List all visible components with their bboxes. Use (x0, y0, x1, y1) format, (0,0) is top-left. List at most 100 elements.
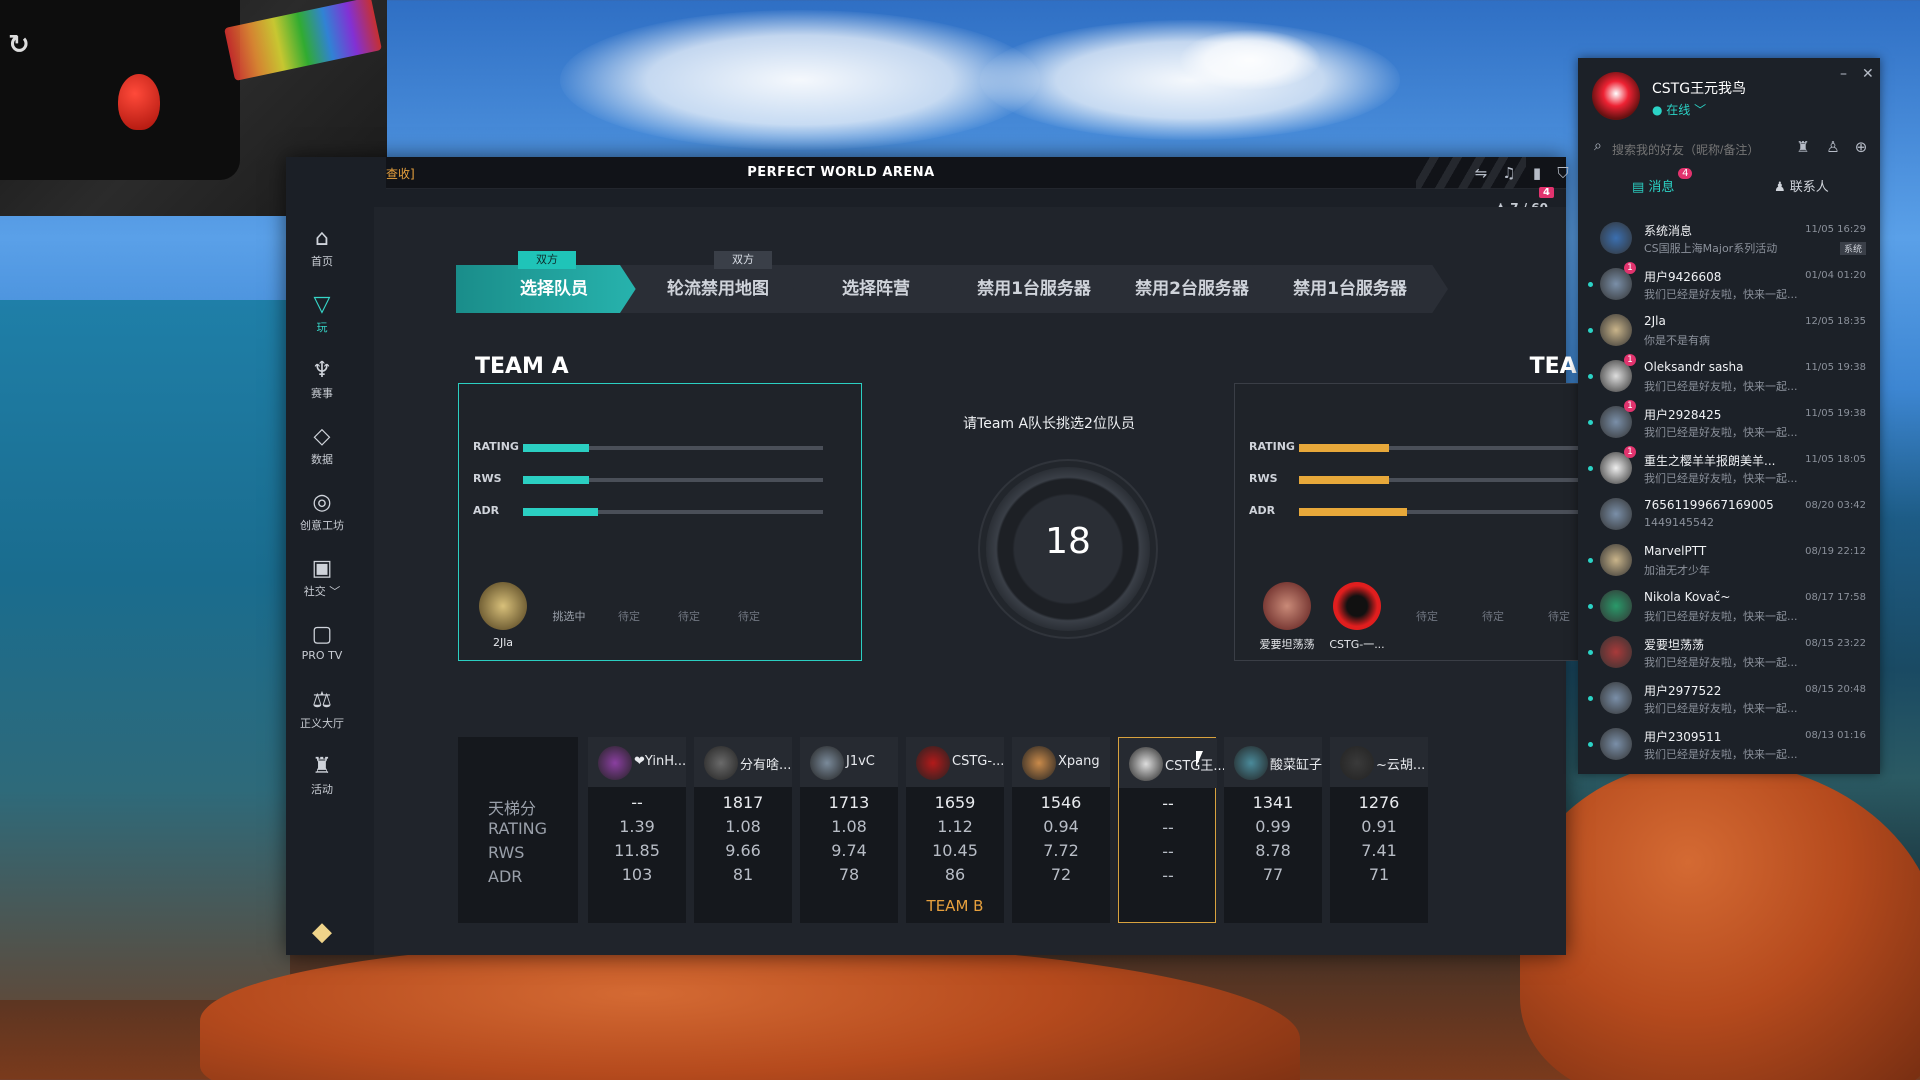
player-card[interactable]: CSTG-... 1659 1.12 10.45 86 TEAM B (906, 737, 1004, 923)
close-icon[interactable]: ✕ (1862, 66, 1874, 82)
team-slot[interactable]: 待定 (715, 582, 783, 654)
conversation-time: 11/05 19:38 (1805, 362, 1866, 373)
player-ladder: 1659 (934, 793, 976, 812)
conversation-item[interactable]: 用户2977522 我们已经是好友啦，快来一起... 08/15 20:48 (1578, 676, 1880, 722)
message-icon: ▤ (1632, 180, 1649, 195)
player-rating: 0.99 (1255, 817, 1291, 836)
friend-search-input[interactable] (1592, 138, 1792, 162)
tab-messages[interactable]: ▤ 消息 4 (1632, 168, 1693, 195)
player-rws: 7.41 (1361, 841, 1397, 860)
tab-contacts[interactable]: ♟ 联系人 (1774, 176, 1829, 195)
stat-label: RATING (1249, 440, 1295, 453)
nav-justice[interactable]: ⚖ 正义大厅 (286, 687, 358, 731)
signal-icon[interactable]: ▮ (1526, 162, 1548, 184)
avatar (810, 746, 844, 780)
conversation-item[interactable]: 系统消息 CS国服上海Major系列活动 11/05 16:29 系统 (1578, 216, 1880, 262)
rocket-icon[interactable]: ♜ (1792, 138, 1814, 160)
swap-icon[interactable]: ⇋ (1470, 162, 1492, 184)
conversation-item[interactable]: 1 重生之樱羊羊报朗美羊... 我们已经是好友啦，快来一起... 11/05 18:0… (1578, 446, 1880, 492)
step-ban-server-3[interactable]: 禁用1台服务器 (1252, 265, 1448, 313)
stat-track (1299, 508, 1599, 516)
online-dot (1588, 558, 1593, 563)
stat-fill (523, 508, 598, 516)
team-slot[interactable]: 2Jla (469, 582, 537, 654)
team-slot[interactable]: 爱要坦荡荡 (1253, 582, 1321, 654)
shield-icon[interactable]: ⛉ (1552, 162, 1574, 184)
minimize-icon[interactable]: – (1840, 66, 1847, 82)
user-name: CSTG王元我鸟 (1652, 81, 1747, 97)
timer-value: 18 (1045, 521, 1091, 562)
team-a-adr: ADR (473, 504, 843, 520)
nav-data[interactable]: ◇ 数据 (286, 423, 358, 467)
team-slot[interactable]: 待定 (655, 582, 723, 654)
conversation-item[interactable]: 1 用户2928425 我们已经是好友啦，快来一起... 11/05 19:38 (1578, 400, 1880, 446)
title-bar: 查收] PERFECT WORLD ARENA ⇋ ♫ ▮ ⛉ _ ✕ (386, 157, 1627, 189)
conversation-name: 系统消息 (1644, 224, 1693, 238)
team-slot[interactable]: 待定 (595, 582, 663, 654)
player-pool: 天梯分 RATING RWS ADR ❤YinH... -- 1.39 11.85 10… (458, 737, 1618, 927)
avatar (1600, 682, 1632, 714)
conversation-name: 2Jla (1644, 314, 1666, 328)
nav-play[interactable]: ▽ 玩 (286, 291, 358, 335)
player-name: Xpang (1058, 754, 1100, 769)
match-content: 选择队员 轮流禁用地图 选择阵营 禁用1台服务器 禁用2台服务器 禁用1台服务器… (374, 207, 1638, 955)
team-slot[interactable]: 待定 (1393, 582, 1461, 654)
player-card[interactable]: ~云胡... 1276 0.91 7.41 71 (1330, 737, 1428, 923)
conversation-item[interactable]: 76561199667169005 1449145542 08/20 03:42 (1578, 492, 1880, 538)
row-label: ADR (488, 867, 523, 886)
cloud (980, 20, 1400, 140)
nav-home[interactable]: ⌂ 首页 (286, 225, 358, 269)
user-status[interactable]: ● 在线 ﹀ (1652, 101, 1706, 118)
step-label: 禁用1台服务器 (977, 279, 1091, 299)
cloud (560, 10, 1040, 150)
gem-icon[interactable]: ◆ (304, 917, 340, 947)
player-name: 酸菜缸子 (1270, 758, 1323, 773)
nav-events[interactable]: ♆ 赛事 (286, 357, 358, 401)
team-slot[interactable]: 待定 (1459, 582, 1527, 654)
avatar[interactable] (1592, 72, 1640, 120)
conversation-preview: 我们已经是好友啦，快来一起... (1644, 288, 1798, 301)
rock (200, 940, 1300, 1080)
step-pick-players[interactable]: 选择队员 (456, 265, 652, 313)
bell-icon[interactable]: ♫ (1498, 162, 1520, 184)
player-card[interactable]: 分有啥... 1817 1.08 9.66 81 (694, 737, 792, 923)
online-dot (1588, 374, 1593, 379)
planet-icon: ◎ (312, 490, 332, 515)
slot-name: 待定 (1482, 610, 1504, 623)
conversation-item[interactable]: 1 用户9426608 我们已经是好友啦，快来一起... 01/04 01:20 (1578, 262, 1880, 308)
online-dot (1588, 328, 1593, 333)
side-nav: ⌂ 首页 ▽ 玩 ♆ 赛事 ◇ 数据 ◎ 创意工坊 ▣ 社交 ﹀ ▢ PRO TV ⚖ 正义大厅… (286, 217, 386, 955)
avatar (1600, 636, 1632, 668)
player-card[interactable]: ❤YinH... -- 1.39 11.85 103 (588, 737, 686, 923)
tab-label: 联系人 (1789, 180, 1829, 195)
conversation-preview: 你是不是有病 (1644, 334, 1710, 347)
team-slot[interactable]: 挑选中 (535, 582, 603, 654)
conversation-item[interactable]: 1 Oleksandr sasha 我们已经是好友啦，快来一起... 11/05 19… (1578, 354, 1880, 400)
conversation-item[interactable]: 2Jla 你是不是有病 12/05 18:35 (1578, 308, 1880, 354)
conversation-item[interactable]: 用户2309511 我们已经是好友啦，快来一起... 08/13 01:16 (1578, 722, 1880, 768)
conversation-item[interactable]: MarvelPTT 加油无才少年 08/19 22:12 (1578, 538, 1880, 584)
conversation-preview: 我们已经是好友啦，快来一起... (1644, 380, 1798, 393)
player-card[interactable]: 酸菜缸子 1341 0.99 8.78 77 (1224, 737, 1322, 923)
tv-icon: ▢ (311, 622, 333, 647)
nav-social[interactable]: ▣ 社交 ﹀ (286, 555, 358, 599)
conversation-item[interactable]: Nikola Kovač~ 我们已经是好友啦，快来一起... 08/17 17:58 (1578, 584, 1880, 630)
team-slot[interactable]: CSTG-一... (1323, 582, 1391, 654)
player-ladder: 1713 (828, 793, 870, 812)
nav-workshop[interactable]: ◎ 创意工坊 (286, 489, 358, 533)
avatar (1600, 498, 1632, 530)
nav-protv[interactable]: ▢ PRO TV (286, 621, 358, 662)
step-label: 选择队员 (520, 279, 588, 299)
conversation-item[interactable]: 爱要坦荡荡 我们已经是好友啦，快来一起... 08/15 23:22 (1578, 630, 1880, 676)
conversation-name: MarvelPTT (1644, 544, 1707, 558)
nav-label: 社交 ﹀ (303, 585, 341, 598)
add-friend-icon[interactable]: ♙ (1822, 138, 1844, 160)
zoom-icon[interactable]: ⊕ (1850, 138, 1872, 160)
avatar (479, 582, 527, 630)
nav-events-activity[interactable]: ♜ 活动 (286, 753, 358, 797)
nav-label: PRO TV (301, 649, 343, 662)
home-icon: ⌂ (315, 226, 329, 251)
player-card[interactable]: J1vC 1713 1.08 9.74 78 (800, 737, 898, 923)
player-card[interactable]: Xpang 1546 0.94 7.72 72 (1012, 737, 1110, 923)
conversation-time: 08/13 01:16 (1805, 730, 1866, 741)
